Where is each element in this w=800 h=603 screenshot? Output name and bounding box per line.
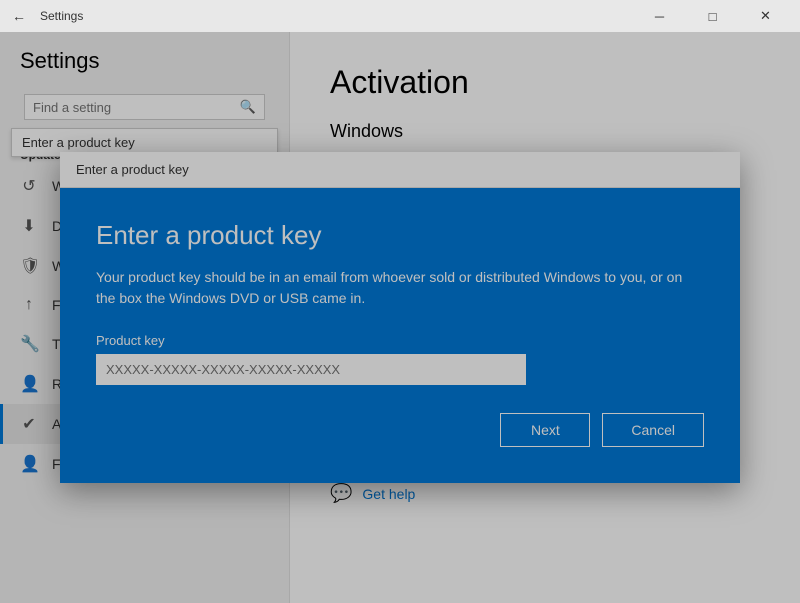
- close-button[interactable]: ✕: [743, 0, 788, 32]
- window-title: Settings: [40, 9, 637, 23]
- back-icon[interactable]: ←: [12, 8, 26, 24]
- title-bar: ← Settings ─ □ ✕: [0, 0, 800, 32]
- window-controls: ─ □ ✕: [637, 0, 788, 32]
- minimize-button[interactable]: ─: [637, 0, 682, 32]
- dialog-overlay: Enter a product key Enter a product key …: [0, 32, 800, 603]
- overlay-backdrop: [0, 32, 800, 603]
- maximize-button[interactable]: □: [690, 0, 735, 32]
